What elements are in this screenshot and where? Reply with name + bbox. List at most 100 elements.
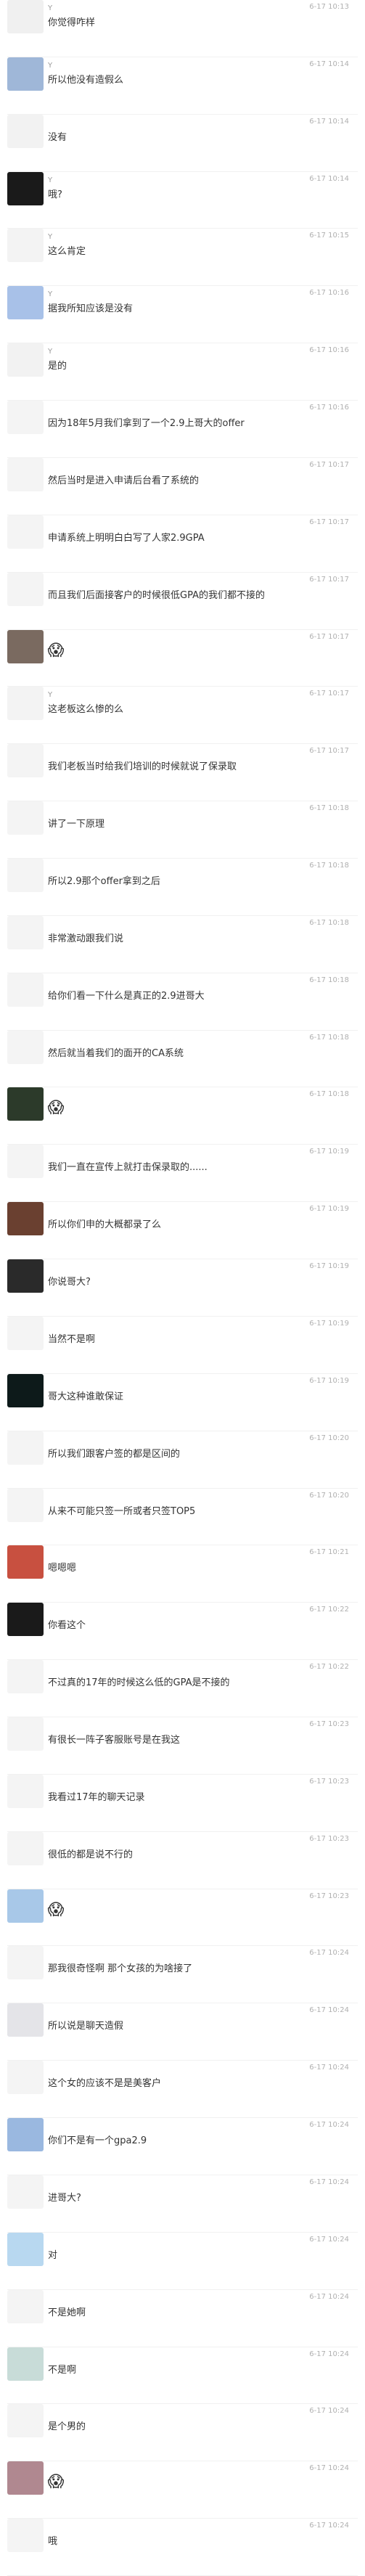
message-timestamp: 6-17 10:24 [309, 2006, 349, 2015]
avatar[interactable] [7, 572, 44, 606]
sender-name: Y [48, 4, 53, 12]
avatar[interactable] [7, 744, 44, 778]
avatar[interactable] [7, 2118, 44, 2152]
avatar[interactable] [7, 2061, 44, 2095]
message-timestamp: 6-17 10:18 [309, 1033, 349, 1042]
message-text: 这个女的应该不是是美客户 [48, 2078, 162, 2090]
message-row: 6-17 10:20 所以我们跟客户签的都是区间的 [0, 1431, 365, 1489]
avatar[interactable] [7, 57, 44, 91]
avatar[interactable] [7, 1831, 44, 1865]
avatar[interactable] [7, 515, 44, 549]
message-text: 你说哥大? [48, 1277, 91, 1288]
emoji-sticker: 😱 [47, 641, 65, 660]
message-text: 不是她啊 [48, 2307, 86, 2318]
message-timestamp: 6-17 10:14 [309, 117, 349, 126]
message-row: 6-17 10:18 给你们看一下什么是真正的2.9进哥大 [0, 973, 365, 1031]
avatar[interactable] [7, 687, 44, 721]
avatar[interactable] [7, 859, 44, 892]
message-row: 6-17 10:19 哥大这种谁敢保证 [0, 1373, 365, 1431]
message-text: 所以说是聊天造假 [48, 2021, 124, 2032]
message-text: 对 [48, 2249, 58, 2261]
avatar[interactable] [7, 1660, 44, 1694]
avatar[interactable] [7, 1373, 44, 1407]
avatar[interactable] [7, 1488, 44, 1522]
avatar[interactable] [7, 229, 44, 263]
message-text: 不是啊 [48, 2364, 77, 2376]
message-row: 6-17 10:24 不是啊 [0, 2347, 365, 2405]
message-row: 6-17 10:17 然后当时是进入申请后台看了系统的 [0, 457, 365, 515]
message-text: 哥大这种谁敢保证 [48, 1391, 124, 1402]
avatar[interactable] [7, 801, 44, 835]
avatar[interactable] [7, 2175, 44, 2209]
avatar[interactable] [7, 171, 44, 205]
message-text: 据我所知应该是没有 [48, 303, 134, 315]
message-text: 你们不是有一个gpa2.9 [48, 2135, 147, 2147]
message-row: Y 6-17 10:14 哦? [0, 171, 365, 229]
avatar[interactable] [7, 1030, 44, 1064]
message-text: 有很长一阵子客服账号是在我这 [48, 1735, 181, 1746]
message-row: 6-17 10:23 我看过17年的聊天记录 [0, 1774, 365, 1832]
message-row: 6-17 10:24 所以说是聊天造假 [0, 2003, 365, 2061]
avatar[interactable] [7, 1717, 44, 1751]
message-text: 这老板这么惨的么 [48, 704, 124, 716]
message-row: 6-17 10:19 你说哥大? [0, 1259, 365, 1317]
avatar[interactable] [7, 915, 44, 949]
message-row: Y 6-17 10:16 据我所知应该是没有 [0, 286, 365, 344]
message-row: 6-17 10:18 然后就当着我们的面开的CA系统 [0, 1030, 365, 1088]
avatar[interactable] [7, 286, 44, 320]
emoji-sticker: 😱 [47, 1099, 65, 1118]
message-timestamp: 6-17 10:17 [309, 518, 349, 526]
message-timestamp: 6-17 10:23 [309, 1720, 349, 1728]
avatar[interactable] [7, 1145, 44, 1179]
avatar[interactable] [7, 2404, 44, 2438]
avatar[interactable] [7, 1202, 44, 1236]
avatar[interactable] [7, 1889, 44, 1923]
message-timestamp: 6-17 10:24 [309, 2407, 349, 2416]
avatar[interactable] [7, 2289, 44, 2323]
message-text: 然后就当着我们的面开的CA系统 [48, 1047, 184, 1059]
avatar[interactable] [7, 1431, 44, 1465]
avatar[interactable] [7, 1603, 44, 1637]
message-row: 6-17 10:23 😱 [0, 1889, 365, 1947]
avatar[interactable] [7, 973, 44, 1007]
message-row: 6-17 10:24 进哥大? [0, 2175, 365, 2233]
message-row: 6-17 10:24 对 [0, 2232, 365, 2290]
avatar[interactable] [7, 2347, 44, 2381]
message-text: 申请系统上明明白白写了人家2.9GPA [48, 532, 205, 544]
avatar[interactable] [7, 2461, 44, 2495]
message-text: 非常激动跟我们说 [48, 933, 124, 944]
message-timestamp: 6-17 10:24 [309, 2235, 349, 2244]
message-text: 所以你们申的大概都录了么 [48, 1219, 162, 1231]
message-timestamp: 6-17 10:17 [309, 575, 349, 584]
avatar[interactable] [7, 343, 44, 377]
avatar[interactable] [7, 1545, 44, 1579]
message-text: 然后当时是进入申请后台看了系统的 [48, 475, 200, 486]
avatar[interactable] [7, 0, 44, 33]
message-text: 你看这个 [48, 1620, 86, 1632]
avatar[interactable] [7, 114, 44, 148]
avatar[interactable] [7, 2003, 44, 2037]
avatar[interactable] [7, 1946, 44, 1980]
avatar[interactable] [7, 629, 44, 663]
avatar[interactable] [7, 401, 44, 435]
message-row: 6-17 10:24 这个女的应该不是是美客户 [0, 2061, 365, 2119]
avatar[interactable] [7, 2232, 44, 2266]
message-text: 给你们看一下什么是真正的2.9进哥大 [48, 990, 205, 1002]
message-timestamp: 6-17 10:17 [309, 632, 349, 641]
message-timestamp: 6-17 10:21 [309, 1548, 349, 1557]
avatar[interactable] [7, 1259, 44, 1293]
avatar[interactable] [7, 1087, 44, 1121]
sender-name: Y [48, 61, 53, 70]
avatar[interactable] [7, 457, 44, 491]
message-text: 这么肯定 [48, 246, 86, 258]
avatar[interactable] [7, 1316, 44, 1350]
message-text: 当然不是啊 [48, 1333, 96, 1345]
message-timestamp: 6-17 10:20 [309, 1491, 349, 1500]
avatar[interactable] [7, 2519, 44, 2553]
message-row: 6-17 10:14 没有 [0, 114, 365, 172]
avatar[interactable] [7, 1774, 44, 1808]
message-timestamp: 6-17 10:23 [309, 1777, 349, 1786]
emoji-sticker: 😱 [47, 1900, 65, 1919]
message-row: 6-17 10:24 不是她啊 [0, 2289, 365, 2347]
message-timestamp: 6-17 10:18 [309, 1090, 349, 1099]
